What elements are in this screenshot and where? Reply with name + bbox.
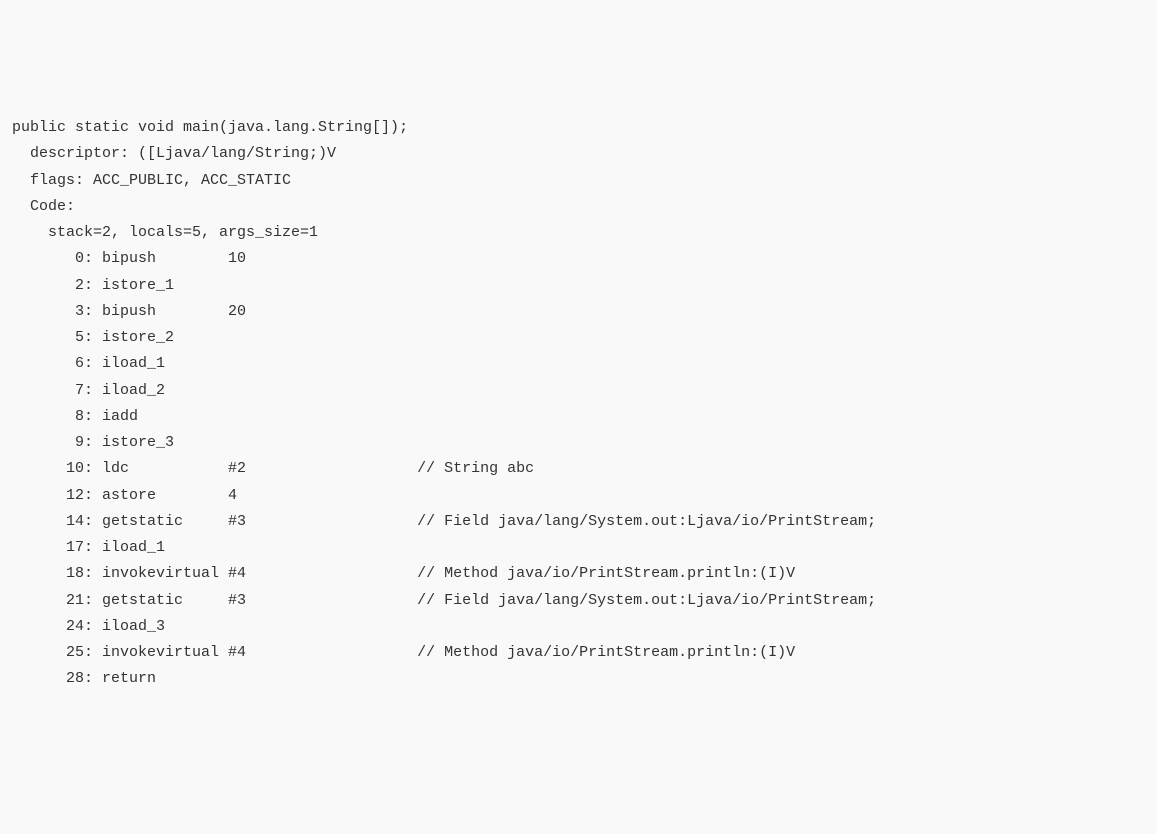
instruction-row: 3: bipush 20 <box>12 299 1145 325</box>
instruction-row: 6: iload_1 <box>12 351 1145 377</box>
instruction-row: 18: invokevirtual #4 // Method java/io/P… <box>12 561 1145 587</box>
descriptor-label: descriptor: <box>12 145 138 162</box>
code-label: Code: <box>12 194 1145 220</box>
instruction-row: 8: iadd <box>12 404 1145 430</box>
instruction-row: 17: iload_1 <box>12 535 1145 561</box>
instruction-row: 10: ldc #2 // String abc <box>12 456 1145 482</box>
instruction-row: 14: getstatic #3 // Field java/lang/Syst… <box>12 509 1145 535</box>
flags-line: flags: ACC_PUBLIC, ACC_STATIC <box>12 168 1145 194</box>
descriptor-line: descriptor: ([Ljava/lang/String;)V <box>12 141 1145 167</box>
instruction-row: 28: return <box>12 666 1145 692</box>
flags-value: ACC_PUBLIC, ACC_STATIC <box>93 172 291 189</box>
instruction-row: 2: istore_1 <box>12 273 1145 299</box>
instruction-row: 5: istore_2 <box>12 325 1145 351</box>
instruction-row: 21: getstatic #3 // Field java/lang/Syst… <box>12 588 1145 614</box>
instruction-row: 12: astore 4 <box>12 483 1145 509</box>
instruction-row: 9: istore_3 <box>12 430 1145 456</box>
instruction-list: 0: bipush 10 2: istore_1 3: bipush 20 5:… <box>12 246 1145 692</box>
instruction-row: 7: iload_2 <box>12 378 1145 404</box>
bytecode-listing: public static void main(java.lang.String… <box>12 115 1145 693</box>
flags-label: flags: <box>12 172 93 189</box>
instruction-row: 24: iload_3 <box>12 614 1145 640</box>
stack-info: stack=2, locals=5, args_size=1 <box>12 220 1145 246</box>
method-signature: public static void main(java.lang.String… <box>12 115 1145 141</box>
descriptor-value: ([Ljava/lang/String;)V <box>138 145 336 162</box>
instruction-row: 0: bipush 10 <box>12 246 1145 272</box>
